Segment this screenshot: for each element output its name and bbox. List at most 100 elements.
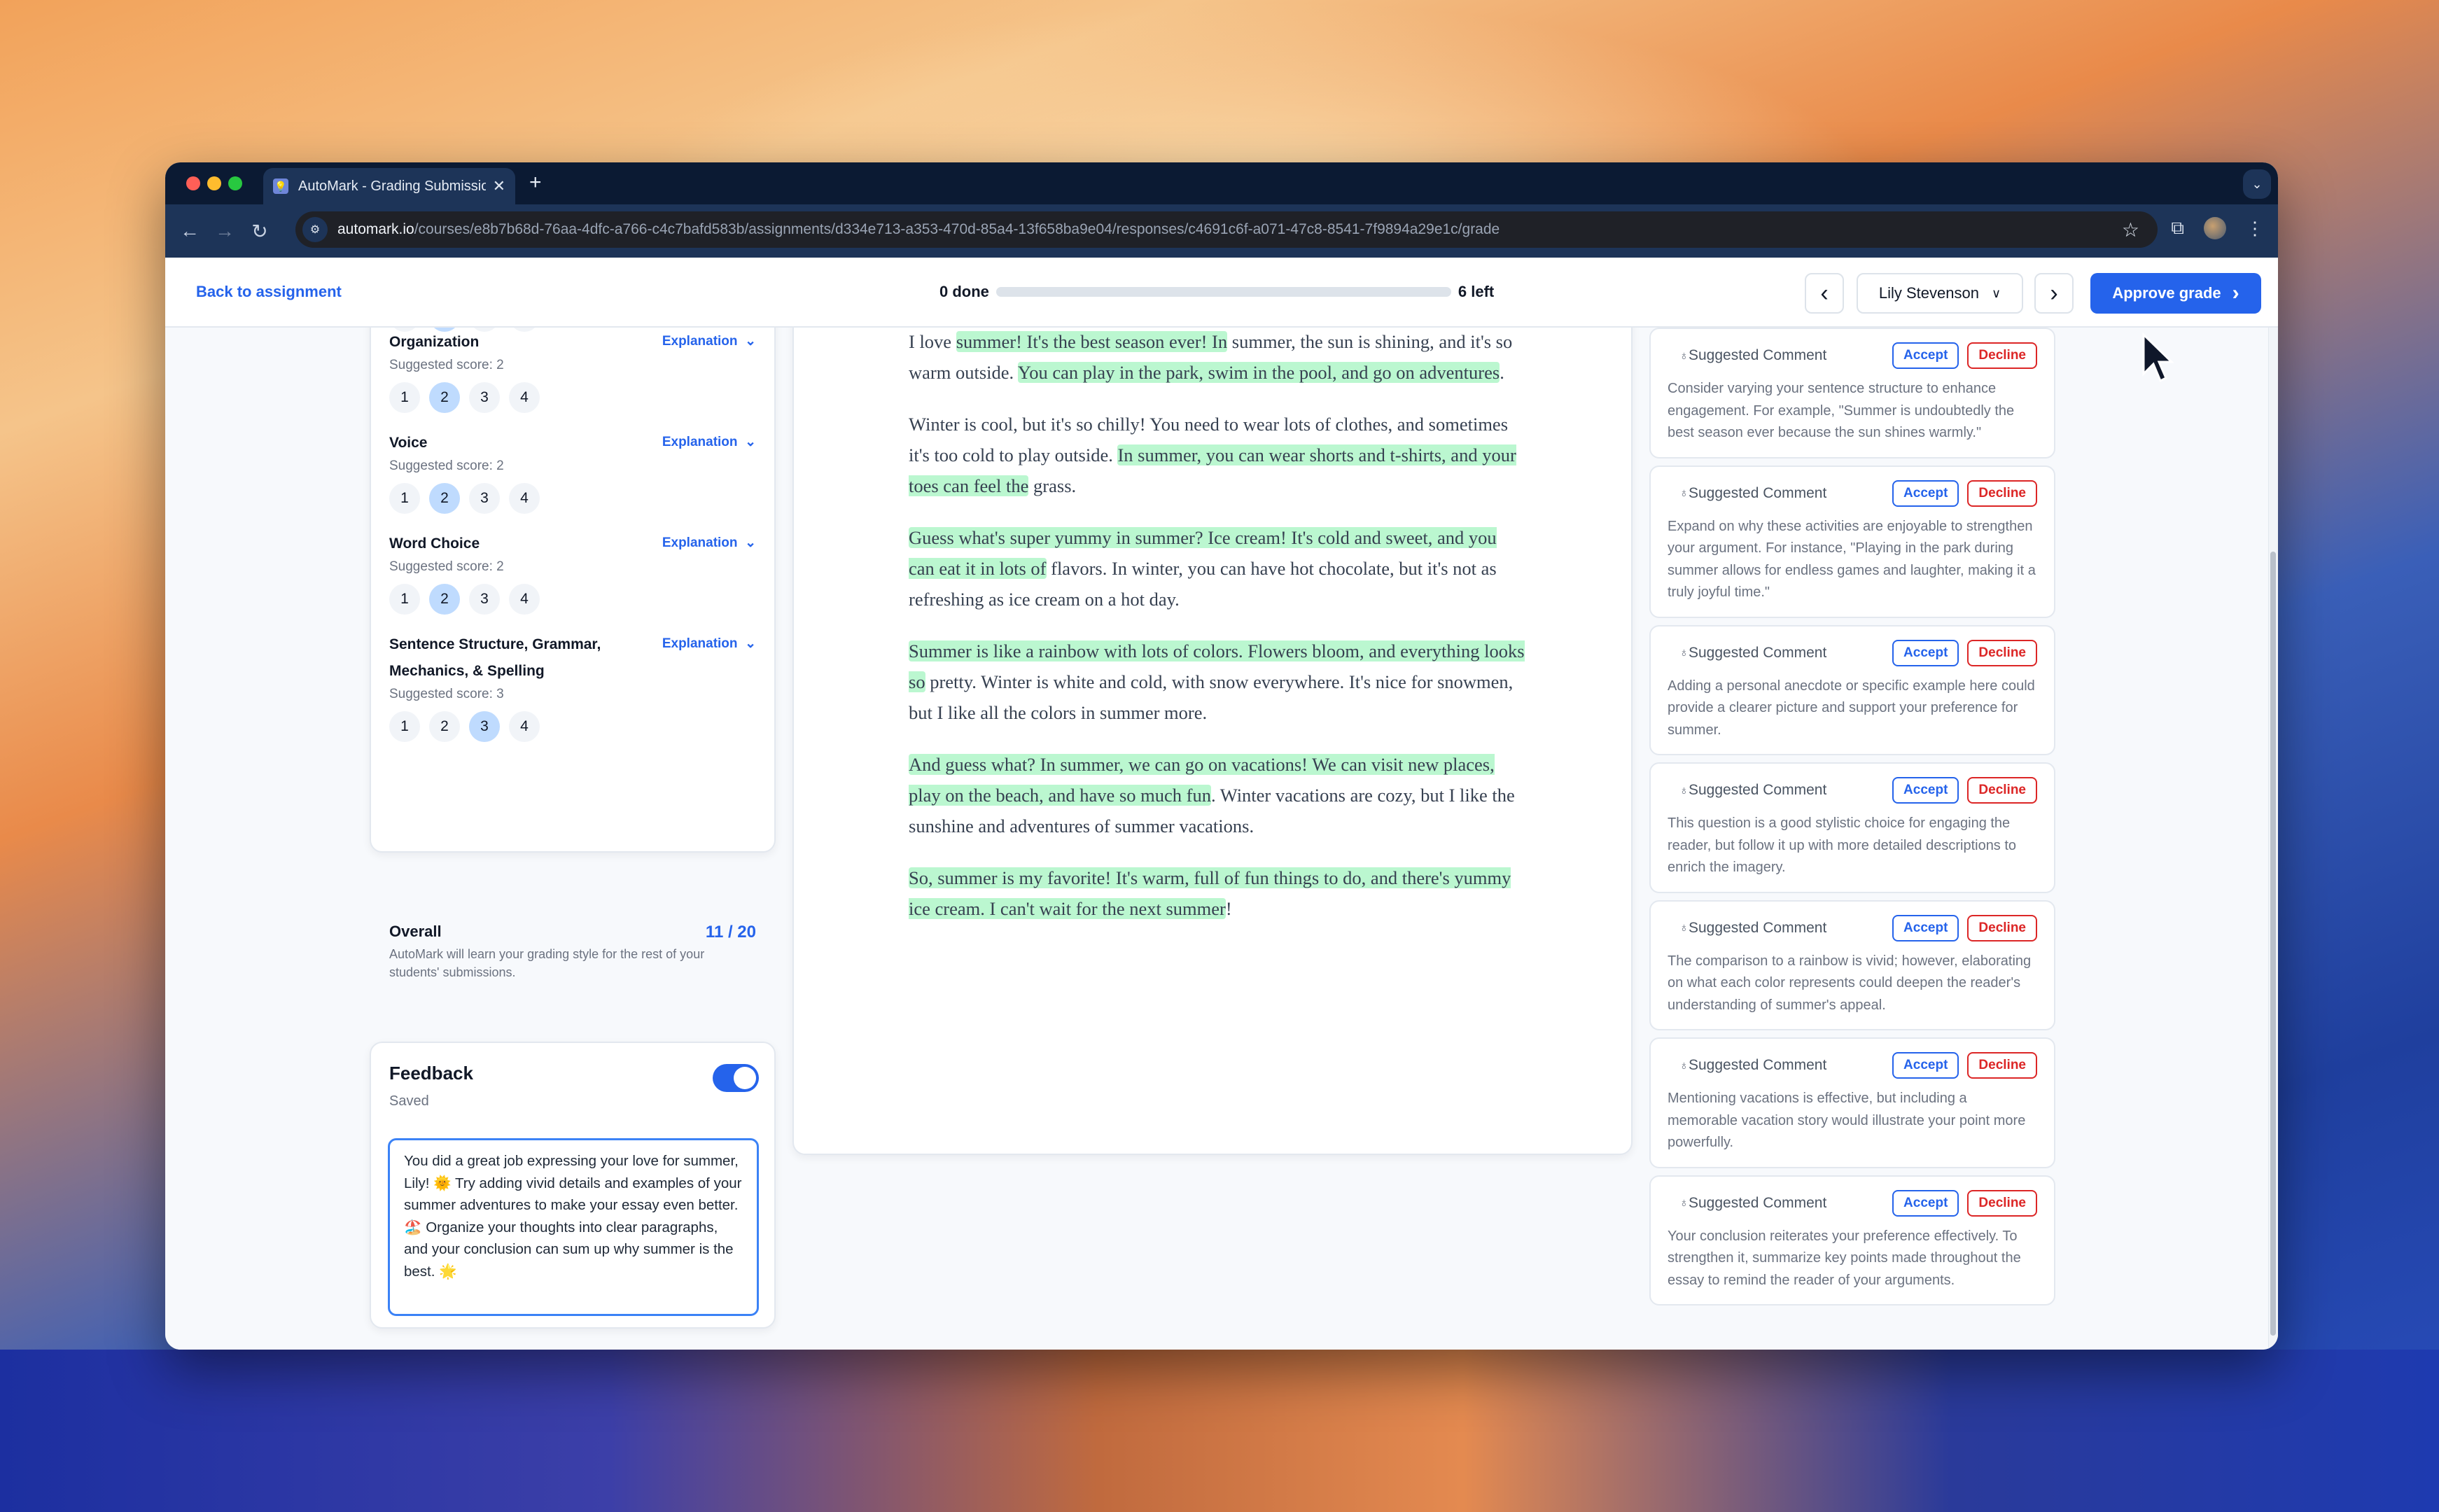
score-option[interactable]: 4 bbox=[509, 584, 540, 615]
decline-button[interactable]: Decline bbox=[1967, 342, 2037, 369]
essay-paragraph: So, summer is my favorite! It's warm, fu… bbox=[909, 862, 1525, 924]
decline-button[interactable]: Decline bbox=[1967, 479, 2037, 507]
chevron-right-icon: › bbox=[2050, 279, 2058, 307]
next-student-button[interactable]: › bbox=[2034, 273, 2074, 314]
essay-text: I love bbox=[909, 331, 956, 352]
suggested-comment-card: ♀ Suggested Comment Accept Decline Consider … bbox=[1649, 328, 2055, 458]
suggested-comment-card: ♀ Suggested Comment Accept Decline Expand on… bbox=[1649, 465, 2055, 618]
close-window-button[interactable] bbox=[186, 176, 200, 190]
highlighted-passage[interactable]: summer! It's the best season ever! In bbox=[956, 331, 1228, 352]
score-option[interactable]: 4 bbox=[509, 382, 540, 413]
forward-arrow-icon[interactable]: → bbox=[207, 220, 242, 242]
score-option[interactable]: 2 bbox=[429, 584, 460, 615]
url-path: /courses/e8b7b68d-76aa-4dfc-a766-c4c7baf… bbox=[414, 221, 1500, 237]
left-count: 6 left bbox=[1458, 283, 1495, 300]
explanation-toggle[interactable]: Explanation ⌄ bbox=[662, 535, 756, 551]
suggested-comment-label: Suggested Comment bbox=[1689, 484, 1827, 501]
maximize-window-button[interactable] bbox=[228, 176, 242, 190]
explanation-label: Explanation bbox=[662, 636, 738, 651]
score-option[interactable]: 1 bbox=[389, 483, 420, 514]
accept-button[interactable]: Accept bbox=[1892, 342, 1959, 369]
chevron-left-icon: ‹ bbox=[1820, 279, 1829, 307]
accept-button[interactable]: Accept bbox=[1892, 479, 1959, 507]
bookmark-star-icon[interactable]: ☆ bbox=[2122, 218, 2139, 241]
accept-button[interactable]: Accept bbox=[1892, 1052, 1959, 1079]
suggested-comment-card: ♀ Suggested Comment Accept Decline Mentionin… bbox=[1649, 1037, 2055, 1168]
reload-icon[interactable]: ↻ bbox=[242, 220, 277, 243]
explanation-toggle[interactable]: Explanation ⌄ bbox=[662, 333, 756, 349]
score-option[interactable]: 3 bbox=[469, 584, 500, 615]
score-option[interactable]: 4 bbox=[509, 483, 540, 514]
score-option[interactable]: 2 bbox=[429, 711, 460, 742]
profile-avatar[interactable] bbox=[2204, 217, 2226, 239]
scrollbar-thumb[interactable] bbox=[2270, 552, 2276, 1336]
criterion-name: Word Choice bbox=[389, 536, 480, 552]
suggested-comment-label: Suggested Comment bbox=[1689, 644, 1827, 661]
kebab-menu-icon[interactable]: ⋮ bbox=[2246, 218, 2264, 239]
decline-button[interactable]: Decline bbox=[1967, 639, 2037, 666]
rubric-card: Organization Suggested score: 2 Explanatio… bbox=[370, 328, 776, 979]
page-scrollbar[interactable] bbox=[2268, 328, 2278, 1350]
essay-paragraph: I love summer! It's the best season ever… bbox=[909, 328, 1525, 388]
previous-student-button[interactable]: ‹ bbox=[1805, 273, 1844, 314]
extensions-puzzle-icon[interactable]: ⧉ bbox=[2171, 217, 2184, 239]
explanation-toggle[interactable]: Explanation ⌄ bbox=[662, 434, 756, 450]
decline-button[interactable]: Decline bbox=[1967, 1189, 2037, 1217]
tab-title: AutoMark - Grading Submission bbox=[298, 178, 486, 194]
comment-text: Your conclusion reiterates your preferen… bbox=[1668, 1228, 2021, 1288]
site-settings-icon[interactable]: ⚙ bbox=[302, 217, 328, 242]
highlighted-passage[interactable]: So, summer is my favorite! It's warm, fu… bbox=[909, 867, 1511, 919]
accept-button[interactable]: Accept bbox=[1892, 639, 1959, 666]
overall-section: Overall 11 / 20 AutoMark will learn your… bbox=[389, 923, 756, 981]
lightbulb-icon: ♀ bbox=[1679, 1196, 1689, 1210]
highlighted-passage[interactable]: You can play in the park, swim in the po… bbox=[1017, 362, 1500, 383]
rubric-criterion: Sentence Structure, Grammar, Mechanics, … bbox=[389, 631, 756, 742]
student-selector[interactable]: Lily Stevenson ∨ bbox=[1857, 273, 2023, 314]
new-tab-button[interactable]: + bbox=[529, 171, 542, 195]
grading-header: Back to assignment 0 done 6 left ‹ Lily … bbox=[165, 258, 2278, 328]
address-bar[interactable]: ⚙ automark.io/courses/e8b7b68d-76aa-4dfc… bbox=[295, 211, 2158, 248]
score-option[interactable]: 1 bbox=[389, 711, 420, 742]
accept-button[interactable]: Accept bbox=[1892, 777, 1959, 804]
explanation-label: Explanation bbox=[662, 536, 738, 550]
feedback-toggle[interactable] bbox=[713, 1064, 759, 1092]
accept-button[interactable]: Accept bbox=[1892, 1189, 1959, 1217]
essay-paragraph: Summer is like a rainbow with lots of co… bbox=[909, 636, 1525, 728]
suggested-comment-label: Suggested Comment bbox=[1689, 919, 1827, 936]
back-arrow-icon[interactable]: ← bbox=[172, 220, 207, 242]
score-option[interactable]: 3 bbox=[469, 382, 500, 413]
approve-grade-button[interactable]: Approve grade › bbox=[2090, 273, 2261, 314]
decline-button[interactable]: Decline bbox=[1967, 777, 2037, 804]
rubric-criterion: Organization Suggested score: 2 Explanatio… bbox=[389, 329, 756, 413]
feedback-textarea[interactable]: You did a great job expressing your love… bbox=[388, 1138, 759, 1316]
main-content: Organization Suggested score: 2 Explanatio… bbox=[165, 328, 2278, 1350]
chevron-down-icon: ⌄ bbox=[745, 536, 756, 550]
decline-button[interactable]: Decline bbox=[1967, 914, 2037, 941]
comment-text: Expand on why these activities are enjoy… bbox=[1668, 518, 2036, 601]
accept-button[interactable]: Accept bbox=[1892, 914, 1959, 941]
browser-tab-active[interactable]: 💡 AutoMark - Grading Submission ✕ bbox=[263, 168, 515, 204]
suggested-comment-label: Suggested Comment bbox=[1689, 782, 1827, 798]
score-option[interactable]: 4 bbox=[509, 711, 540, 742]
essay-paragraph: And guess what? In summer, we can go on … bbox=[909, 749, 1525, 841]
overall-score: 11 / 20 bbox=[705, 923, 756, 941]
overall-label: Overall bbox=[389, 923, 442, 940]
score-option[interactable]: 1 bbox=[389, 584, 420, 615]
suggested-comment-card: ♀ Suggested Comment Accept Decline The compa… bbox=[1649, 899, 2055, 1030]
score-options: 1234 bbox=[389, 483, 756, 514]
rubric-criterion: Voice Suggested score: 2 Explanation ⌄ 1 2 3 4 bbox=[389, 430, 756, 514]
done-count: 0 done bbox=[939, 283, 989, 300]
decline-button[interactable]: Decline bbox=[1967, 1052, 2037, 1079]
lightbulb-icon: ♀ bbox=[1679, 349, 1689, 363]
score-option[interactable]: 2 bbox=[429, 483, 460, 514]
score-option[interactable]: 3 bbox=[469, 711, 500, 742]
close-tab-icon[interactable]: ✕ bbox=[493, 177, 505, 195]
back-to-assignment-link[interactable]: Back to assignment bbox=[196, 283, 342, 301]
score-option[interactable]: 1 bbox=[389, 382, 420, 413]
minimize-window-button[interactable] bbox=[207, 176, 221, 190]
explanation-toggle[interactable]: Explanation ⌄ bbox=[662, 636, 756, 652]
score-option[interactable]: 3 bbox=[469, 483, 500, 514]
chevron-down-icon: ⌄ bbox=[745, 435, 756, 449]
tab-search-button[interactable]: ⌄ bbox=[2243, 169, 2271, 199]
score-option[interactable]: 2 bbox=[429, 382, 460, 413]
